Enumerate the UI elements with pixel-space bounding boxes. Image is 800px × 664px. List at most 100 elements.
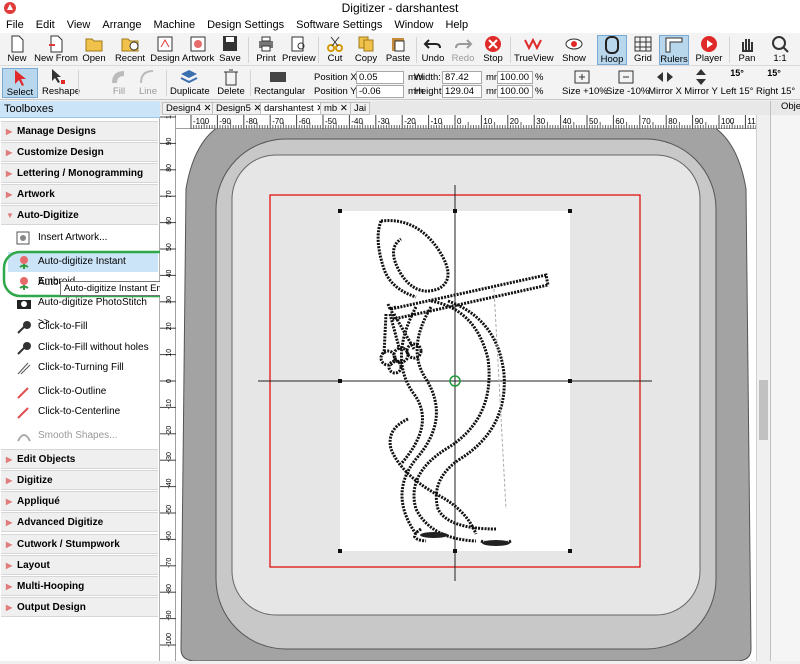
mirror-y-button[interactable]: Mirror Y: [684, 68, 718, 98]
save-button[interactable]: Save: [216, 35, 244, 65]
expand-arrow-icon: ▶: [6, 148, 13, 157]
select-button[interactable]: Select: [2, 68, 38, 98]
duplicate-button[interactable]: Duplicate: [170, 68, 210, 98]
width-percent-field[interactable]: 100.00: [497, 71, 533, 84]
position-y-field[interactable]: -0.06: [356, 85, 404, 98]
size-minus-button[interactable]: Size -10%: [606, 68, 649, 98]
height-field[interactable]: 129.04: [442, 85, 482, 98]
mirror-x-button[interactable]: Mirror X: [648, 68, 682, 98]
line-button[interactable]: Line: [137, 68, 159, 98]
hoop-button[interactable]: Hoop: [597, 35, 627, 65]
close-icon[interactable]: ✕: [340, 103, 348, 114]
section-advanced-digitize[interactable]: ▶ Advanced Digitize: [1, 512, 158, 532]
tab-jai[interactable]: Jai: [350, 102, 371, 115]
preview-button[interactable]: Preview: [282, 35, 316, 65]
reshape-button[interactable]: Reshape: [42, 68, 80, 98]
scrollbar-thumb[interactable]: [759, 380, 768, 440]
width-percent-sign: %: [535, 72, 544, 83]
tool-click-to-outline[interactable]: Click-to-Outline: [8, 382, 158, 402]
ruler-vertical-ticks: 1009080706050403020100-10-20-30-40-50-60…: [160, 107, 176, 647]
rotate-right-icon: 15°: [767, 68, 781, 78]
close-icon[interactable]: ✕: [204, 103, 212, 114]
ruler-label: 70: [642, 117, 651, 126]
tool-click-to-turning-fill[interactable]: Click-to-Turning Fill: [8, 358, 158, 378]
section-digitize[interactable]: ▶ Digitize: [1, 470, 158, 490]
open-button[interactable]: Open: [80, 35, 108, 65]
menu-edit[interactable]: Edit: [30, 17, 61, 33]
height-percent-field[interactable]: 100.00: [497, 85, 533, 98]
tool-click-to-fill[interactable]: Click-to-Fill: [8, 317, 158, 337]
ruler-label: 80: [668, 117, 677, 126]
section-edit-objects[interactable]: ▶ Edit Objects: [1, 449, 158, 469]
menu-design-settings[interactable]: Design Settings: [201, 17, 290, 33]
expand-arrow-icon: ▶: [6, 127, 13, 136]
section-auto-digitize[interactable]: ▼ Auto-Digitize: [1, 205, 158, 225]
stop-icon: [485, 36, 501, 52]
pan-button[interactable]: Pan: [733, 35, 761, 65]
scissors-icon: [327, 36, 343, 52]
copy-button[interactable]: Copy: [352, 35, 380, 65]
stop-button[interactable]: Stop: [480, 35, 506, 65]
size-plus-button[interactable]: Size +10%: [562, 68, 608, 98]
paste-button[interactable]: Paste: [384, 35, 412, 65]
rotate-right-button[interactable]: 15° Right 15°: [756, 68, 795, 98]
tab-design4[interactable]: Design4 ✕: [162, 102, 216, 115]
width-field[interactable]: 87.42: [442, 71, 482, 84]
artwork-button[interactable]: Artwork: [182, 35, 214, 65]
fill-button[interactable]: Fill: [108, 68, 130, 98]
print-button[interactable]: Print: [252, 35, 280, 65]
rulers-button[interactable]: Rulers: [659, 35, 689, 65]
tab-mb[interactable]: mb ✕: [320, 102, 352, 115]
trueview-button[interactable]: TrueView: [514, 35, 554, 65]
menu-window[interactable]: Window: [388, 17, 439, 33]
tab-design5[interactable]: Design5 ✕: [212, 102, 266, 115]
menu-view[interactable]: View: [61, 17, 97, 33]
ruler-label: -20: [404, 117, 416, 126]
foot-left: [420, 532, 448, 538]
section-lettering[interactable]: ▶ Lettering / Monogramming: [1, 163, 158, 183]
player-button[interactable]: Player: [693, 35, 725, 65]
menu-file[interactable]: File: [0, 17, 30, 33]
position-x-field[interactable]: 0.05: [356, 71, 404, 84]
tool-insert-artwork[interactable]: Insert Artwork...: [8, 228, 158, 248]
menu-software-settings[interactable]: Software Settings: [290, 17, 388, 33]
ruler-label: -100: [193, 117, 210, 126]
window-title: Digitizer - darshantest: [341, 1, 459, 15]
new-from-button[interactable]: New From: [34, 35, 78, 65]
tool-click-to-fill-no-holes[interactable]: Click-to-Fill without holes: [8, 338, 158, 358]
recent-button[interactable]: Recent: [110, 35, 150, 65]
ruler-label: 30: [536, 117, 545, 126]
rotate-left-button[interactable]: 15° Left 15°: [720, 68, 754, 98]
menu-machine[interactable]: Machine: [148, 17, 202, 33]
section-manage-designs[interactable]: ▶ Manage Designs: [1, 121, 158, 141]
show-button[interactable]: Show: [558, 35, 590, 65]
redo-button[interactable]: Redo: [450, 35, 476, 65]
undo-button[interactable]: Undo: [420, 35, 446, 65]
rectangular-select-button[interactable]: Rectangular: [254, 68, 305, 98]
expand-arrow-icon: ▶: [6, 455, 13, 464]
section-applique[interactable]: ▶ Appliqué: [1, 491, 158, 511]
tool-click-to-centerline[interactable]: Click-to-Centerline: [8, 402, 158, 422]
rulers-icon: [665, 37, 683, 53]
vertical-scrollbar[interactable]: [756, 115, 770, 661]
section-multi-hooping[interactable]: ▶ Multi-Hooping: [1, 576, 158, 596]
tool-smooth-shapes[interactable]: Smooth Shapes...: [8, 426, 158, 446]
delete-button[interactable]: Delete: [216, 68, 246, 98]
tab-darshantest[interactable]: darshantest ✕: [260, 102, 329, 115]
new-button[interactable]: New: [2, 35, 32, 65]
ruler-label: -90: [166, 610, 173, 620]
ruler-label: 20: [166, 322, 173, 330]
section-cutwork-stumpwork[interactable]: ▶ Cutwork / Stumpwork: [1, 534, 158, 554]
menu-arrange[interactable]: Arrange: [96, 17, 147, 33]
section-customize-design[interactable]: ▶ Customize Design: [1, 142, 158, 162]
menu-help[interactable]: Help: [439, 17, 474, 33]
zoom-1-1-button[interactable]: 1:1: [765, 35, 795, 65]
section-artwork[interactable]: ▶ Artwork: [1, 184, 158, 204]
height-label: Height:: [414, 86, 445, 97]
grid-button[interactable]: Grid: [629, 35, 657, 65]
design-canvas[interactable]: [176, 129, 756, 661]
section-layout[interactable]: ▶ Layout: [1, 555, 158, 575]
section-output-design[interactable]: ▶ Output Design: [1, 597, 158, 617]
design-button[interactable]: Design: [150, 35, 180, 65]
cut-button[interactable]: Cut: [322, 35, 348, 65]
